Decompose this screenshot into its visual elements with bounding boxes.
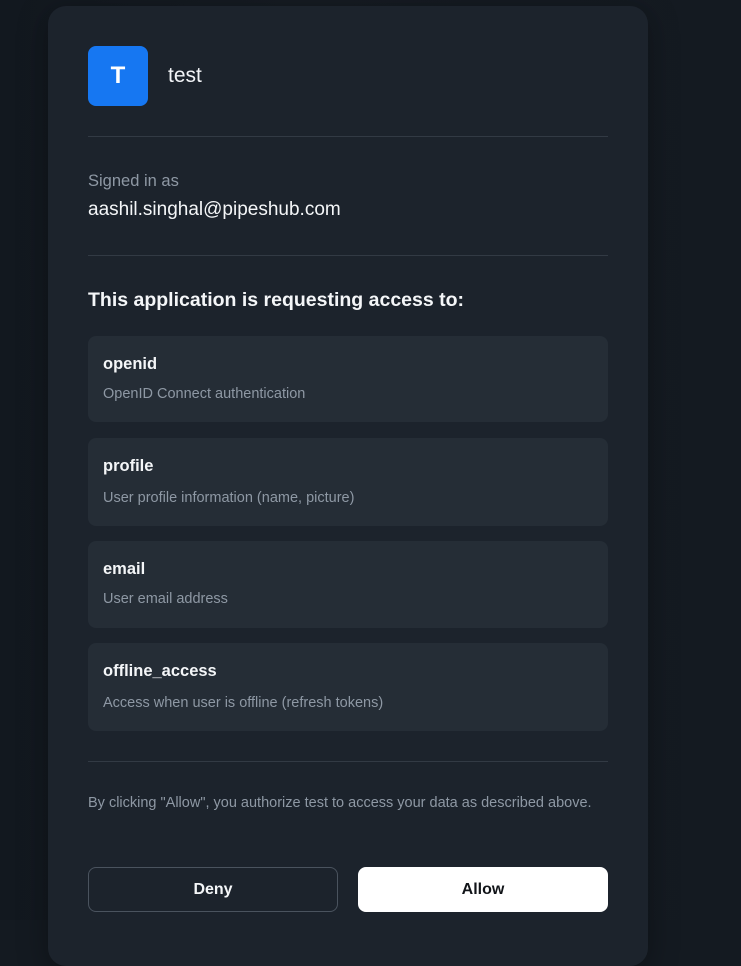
- scope-description: User profile information (name, picture): [103, 490, 354, 506]
- scope-item-email: email User email address: [88, 541, 608, 628]
- request-heading: This application is requesting access to…: [88, 289, 464, 312]
- scope-item-offline-access: offline_access Access when user is offli…: [88, 643, 608, 731]
- allow-button[interactable]: Allow: [358, 867, 608, 912]
- scope-description: Access when user is offline (refresh tok…: [103, 695, 383, 711]
- scope-description: User email address: [103, 591, 228, 607]
- scope-name: offline_access: [103, 662, 217, 681]
- app-avatar: T: [88, 46, 148, 106]
- app-name: test: [168, 64, 202, 88]
- app-header: T test: [88, 46, 202, 106]
- deny-button[interactable]: Deny: [88, 867, 338, 912]
- divider: [88, 136, 608, 137]
- scope-description: OpenID Connect authentication: [103, 386, 305, 402]
- scope-name: profile: [103, 457, 153, 476]
- scope-item-openid: openid OpenID Connect authentication: [88, 336, 608, 422]
- consent-note: By clicking "Allow", you authorize test …: [88, 792, 608, 814]
- consent-card: T test Signed in as aashil.singhal@pipes…: [48, 6, 648, 966]
- signed-in-email: aashil.singhal@pipeshub.com: [88, 199, 341, 221]
- scope-name: openid: [103, 355, 157, 374]
- divider: [88, 761, 608, 762]
- scope-item-profile: profile User profile information (name, …: [88, 438, 608, 526]
- divider: [88, 255, 608, 256]
- signed-in-label: Signed in as: [88, 172, 179, 191]
- scope-name: email: [103, 560, 145, 579]
